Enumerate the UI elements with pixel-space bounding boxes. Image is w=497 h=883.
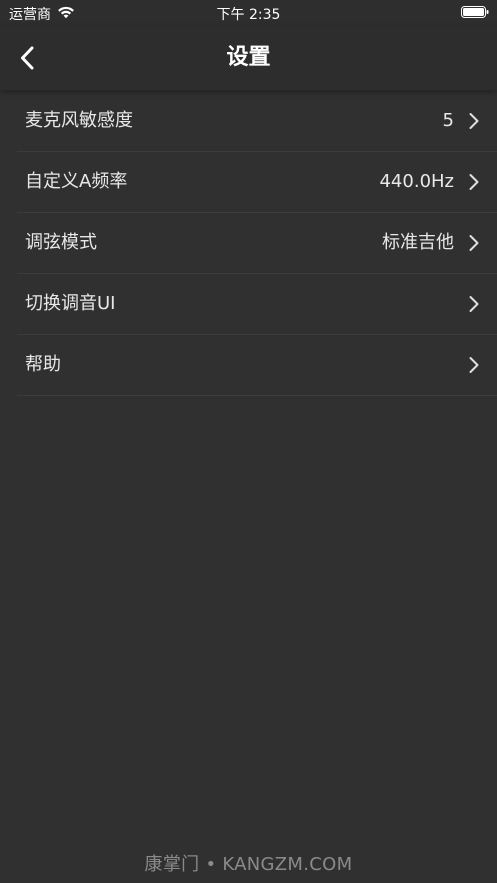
settings-list: 麦克风敏感度 5 自定义A频率 440.0Hz 调弦模式 标准吉他 切换调音UI…: [0, 91, 497, 396]
navigation-bar: 设置: [0, 26, 497, 90]
chevron-right-icon: [469, 296, 479, 312]
setting-label: 自定义A频率: [25, 171, 128, 192]
status-time: 下午 2:35: [216, 7, 281, 23]
battery-icon: [461, 6, 489, 18]
chevron-left-icon: [21, 46, 34, 70]
setting-label: 麦克风敏感度: [25, 110, 133, 131]
chevron-right-icon: [469, 174, 479, 190]
setting-row-custom-a-frequency[interactable]: 自定义A频率 440.0Hz: [17, 152, 497, 213]
chevron-right-icon: [469, 235, 479, 251]
setting-label: 调弦模式: [25, 232, 97, 253]
setting-row-mic-sensitivity[interactable]: 麦克风敏感度 5: [17, 91, 497, 152]
chevron-right-icon: [469, 357, 479, 373]
status-bar: 运营商 下午 2:35: [0, 0, 497, 26]
setting-row-help[interactable]: 帮助: [17, 335, 497, 396]
setting-label: 帮助: [25, 354, 61, 375]
back-button[interactable]: [10, 40, 44, 76]
setting-label: 切换调音UI: [25, 293, 116, 314]
setting-value: 标准吉他: [382, 232, 454, 253]
setting-row-tuning-mode[interactable]: 调弦模式 标准吉他: [17, 213, 497, 274]
setting-value: 5: [442, 110, 454, 131]
setting-row-switch-tuner-ui[interactable]: 切换调音UI: [17, 274, 497, 335]
setting-value: 440.0Hz: [379, 171, 454, 192]
watermark: 康掌门 • KANGZM.COM: [144, 854, 353, 875]
chevron-right-icon: [469, 113, 479, 129]
page-title: 设置: [226, 45, 271, 70]
